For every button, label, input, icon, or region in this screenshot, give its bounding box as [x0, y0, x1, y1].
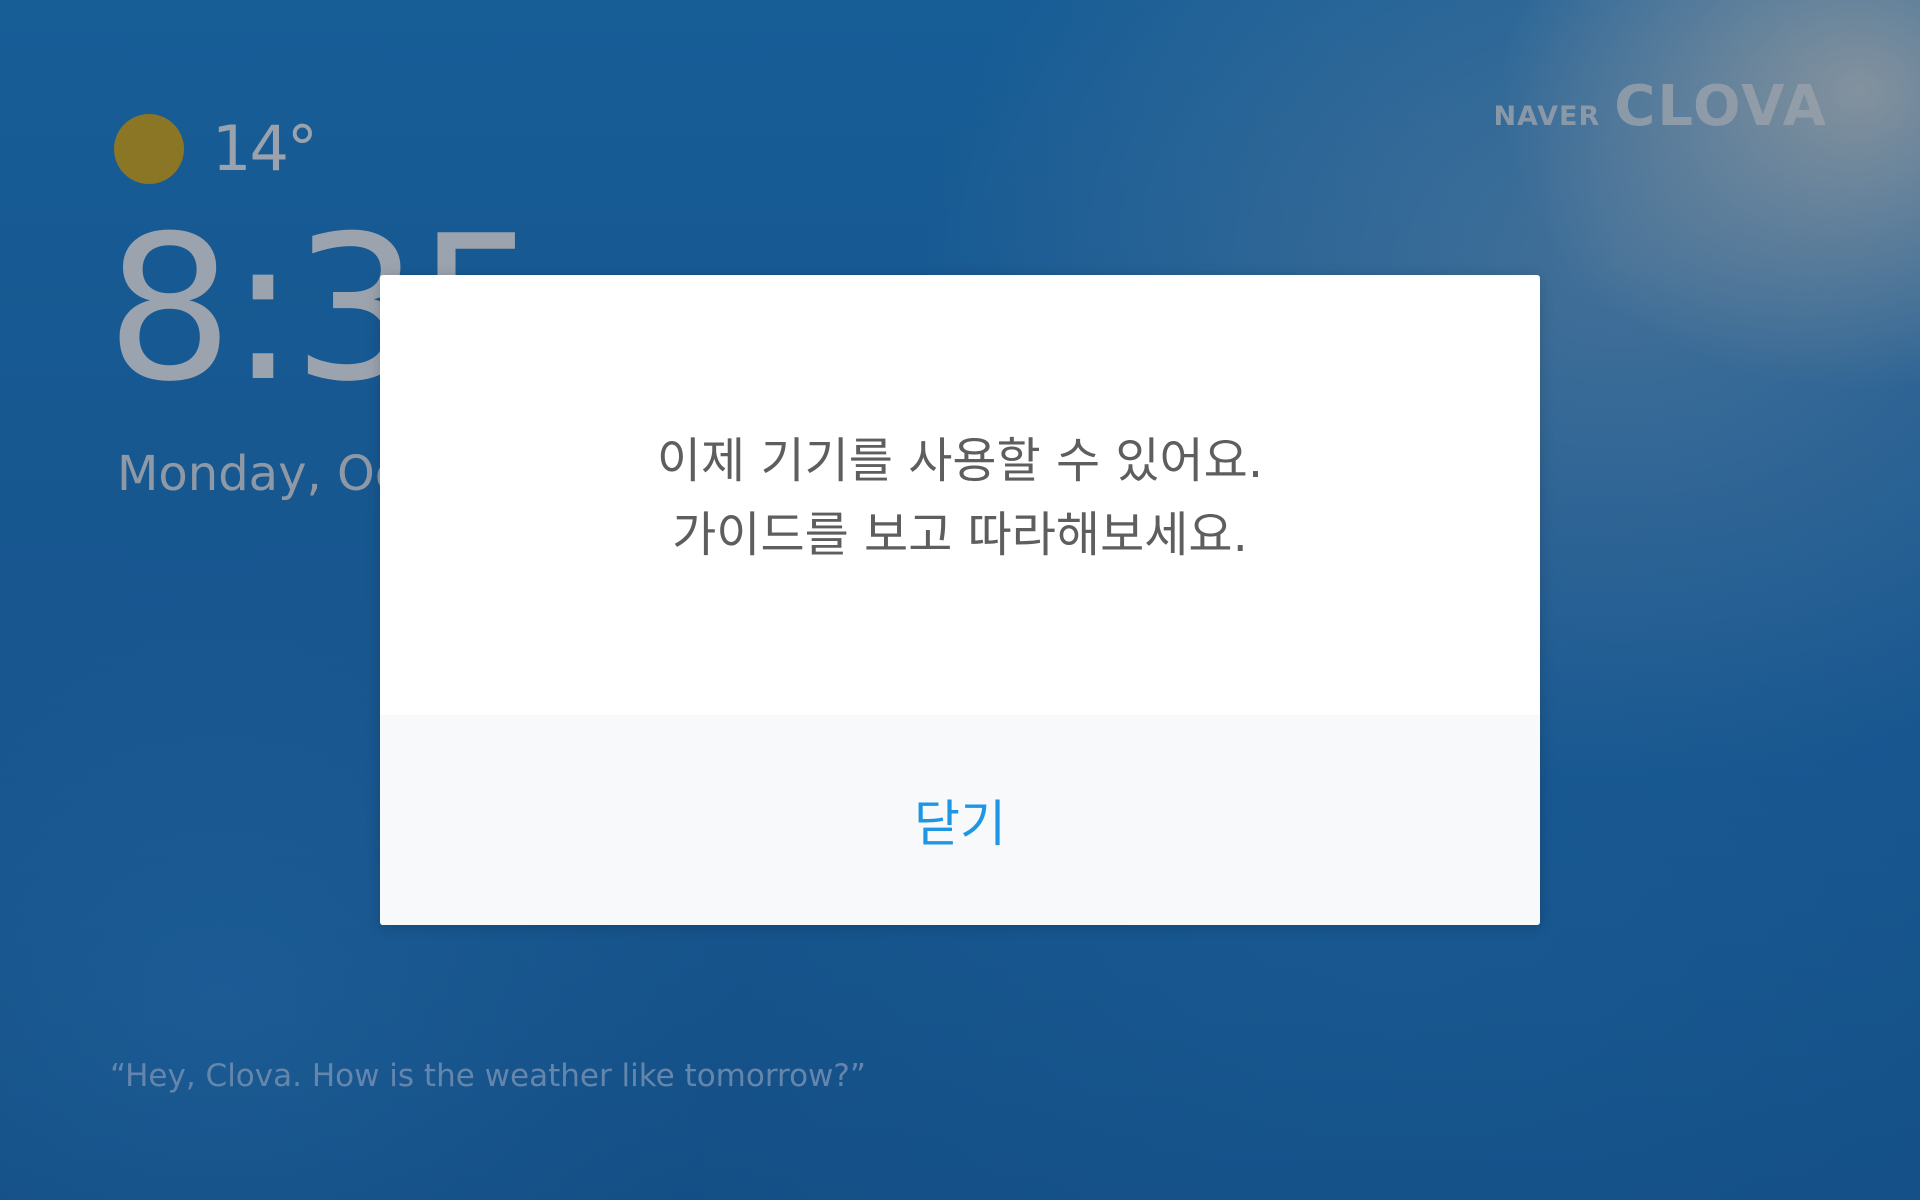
date-text: Monday, Oc: [117, 446, 402, 502]
dialog-body: 이제 기기를 사용할 수 있어요. 가이드를 보고 따라해보세요.: [380, 275, 1540, 715]
dialog-message-line-2: 가이드를 보고 따라해보세요.: [672, 507, 1248, 563]
close-button[interactable]: 닫기: [380, 715, 1540, 925]
voice-hint: “Hey, Clova. How is the weather like tom…: [110, 1058, 866, 1094]
brand-naver: NAVER: [1493, 101, 1601, 132]
brand-logo: NAVER CLOVA: [1493, 74, 1828, 139]
close-button-label: 닫기: [914, 795, 1006, 853]
temperature: 14°: [212, 112, 318, 185]
setup-complete-dialog: 이제 기기를 사용할 수 있어요. 가이드를 보고 따라해보세요. 닫기: [380, 275, 1540, 925]
brand-clova: CLOVA: [1614, 74, 1828, 139]
dialog-message-line-1: 이제 기기를 사용할 수 있어요.: [656, 433, 1264, 489]
sun-icon: [114, 113, 184, 184]
weather-widget: 14°: [114, 112, 318, 185]
